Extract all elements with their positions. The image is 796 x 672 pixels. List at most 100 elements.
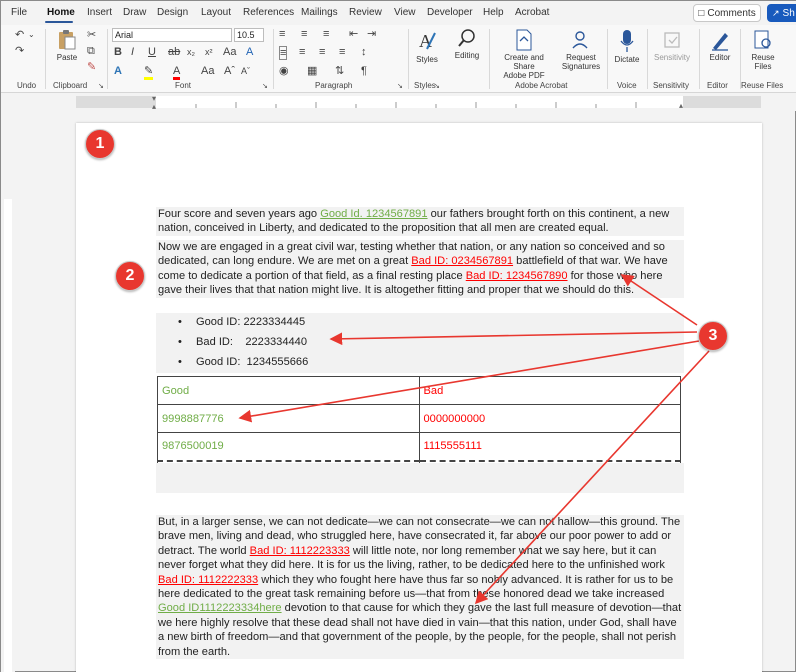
list-item: Good ID: 1234555666 [196, 356, 309, 368]
change-case-icon[interactable]: Aa [223, 46, 236, 58]
bold-icon[interactable]: B [114, 46, 122, 58]
underline-icon[interactable]: U [148, 46, 156, 58]
menu-developer[interactable]: Developer [427, 7, 473, 18]
bullets-icon[interactable]: ≡ [279, 28, 285, 40]
bullet-icon: • [178, 356, 182, 368]
sensitivity-button[interactable]: Sensitivity [649, 29, 695, 62]
grow-font-icon[interactable]: Aˆ [224, 65, 235, 77]
ribbon: ↶ ⌄ ↷ Undo Paste ✂ ⧉ ✎ Clipboard ↘ Arial… [1, 25, 796, 93]
reuse-label-1: Reuse [751, 53, 775, 62]
paragraph-group-label: Paragraph [315, 81, 353, 90]
borders-icon[interactable]: ▦ [307, 65, 317, 77]
align-left-icon[interactable]: ≡ [279, 46, 288, 60]
align-center-icon[interactable]: ≡ [299, 46, 305, 58]
styles-icon: A [419, 31, 436, 51]
bullet-list[interactable]: • Good ID: 2223334445 • Bad ID: 22233344… [156, 313, 684, 373]
align-right-icon[interactable]: ≡ [319, 46, 325, 58]
group-divider [699, 29, 700, 89]
menu-view[interactable]: View [394, 7, 416, 18]
editor-button[interactable]: Editor [703, 29, 737, 62]
dialog-launcher-icon[interactable]: ↘ [397, 81, 403, 93]
strikethrough-icon[interactable]: ab [168, 46, 180, 58]
table-cell[interactable]: 9998887776 [157, 404, 420, 433]
reuse-group-label: Reuse Files [741, 81, 784, 90]
paragraph-3[interactable]: But, in a larger sense, we can not dedic… [156, 515, 684, 660]
shading-icon[interactable]: ◉ [279, 65, 289, 77]
dialog-launcher-icon[interactable]: ↘ [434, 81, 440, 93]
menu-file[interactable]: File [11, 7, 27, 18]
ruler-text-area [156, 96, 683, 108]
empty-paragraph[interactable] [156, 463, 684, 493]
editing-button[interactable]: Editing [450, 27, 484, 60]
menu-home[interactable]: Home [47, 7, 75, 18]
menu-layout[interactable]: Layout [201, 7, 231, 18]
dialog-launcher-icon[interactable]: ↘ [98, 81, 104, 93]
italic-icon[interactable]: I [131, 46, 134, 58]
paragraph-1[interactable]: Four score and seven years ago Good Id. … [156, 207, 684, 236]
pdf-icon [516, 29, 532, 51]
create-share-pdf-button[interactable]: Create and Share Adobe PDF [493, 29, 555, 80]
line-spacing-icon[interactable]: ↕ [361, 46, 367, 58]
format-painter-icon[interactable]: ✎ [87, 61, 96, 73]
good-id-link: Good ID1112223334here [158, 602, 282, 615]
chevron-down-icon[interactable]: ⌄ [28, 29, 35, 41]
request-signatures-button[interactable]: Request Signatures [559, 29, 603, 71]
table-header-bad[interactable]: Bad [418, 376, 681, 405]
undo-icon[interactable]: ↶ [15, 29, 24, 41]
ruler-margin-right [683, 96, 761, 108]
shrink-font-icon[interactable]: Aˇ [241, 65, 250, 77]
editor-group-label: Editor [707, 81, 728, 90]
menu-acrobat[interactable]: Acrobat [515, 7, 549, 18]
menu-references[interactable]: References [243, 7, 294, 18]
paste-label: Paste [56, 53, 78, 62]
cut-icon[interactable]: ✂ [87, 29, 96, 41]
clipboard-group-label: Clipboard [53, 81, 88, 90]
bad-id-link: Bad ID: 1112222333 [158, 573, 259, 586]
styles-button[interactable]: A Styles [412, 29, 442, 64]
text-effects-icon[interactable]: A [114, 65, 122, 77]
comments-button[interactable]: □ Comments [693, 4, 761, 22]
table-cell[interactable]: 9876500019 [157, 432, 420, 462]
group-divider [740, 29, 741, 89]
copy-icon[interactable]: ⧉ [87, 45, 95, 57]
hanging-indent-icon[interactable]: ▴ [152, 102, 156, 111]
font-color-icon[interactable]: A [173, 65, 181, 80]
font-size-combo[interactable]: 10.5 [234, 28, 264, 42]
share-button[interactable]: ↗ Sh [767, 4, 796, 22]
dictate-button[interactable]: Dictate [611, 29, 643, 64]
justify-icon[interactable]: ≡ [339, 46, 345, 58]
table-cell[interactable]: 1115555111 [418, 432, 681, 462]
font-name-combo[interactable]: Arial [112, 28, 232, 42]
dialog-launcher-icon[interactable]: ↘ [262, 81, 268, 93]
menu-bar: File Home Insert Draw Design Layout Refe… [1, 1, 796, 25]
multilevel-list-icon[interactable]: ≡ [323, 28, 329, 40]
request-sig-label-2: Signatures [561, 62, 601, 71]
table-header-good[interactable]: Good [157, 376, 420, 405]
vertical-ruler[interactable] [1, 111, 15, 672]
menu-mailings[interactable]: Mailings [301, 7, 338, 18]
show-marks-icon[interactable]: ¶ [361, 65, 367, 77]
redo-icon[interactable]: ↷ [15, 45, 24, 57]
numbering-icon[interactable]: ≡ [301, 28, 307, 40]
right-indent-icon[interactable]: ▴ [679, 101, 683, 110]
horizontal-ruler[interactable]: ▾ ▴ ▴ [1, 93, 796, 111]
reuse-files-button[interactable]: Reuse Files [743, 29, 783, 71]
decrease-indent-icon[interactable]: ⇤ [349, 28, 358, 40]
menu-draw[interactable]: Draw [123, 7, 146, 18]
document-page[interactable]: Four score and seven years ago Good Id. … [76, 123, 762, 672]
highlight-icon[interactable]: ✎ [144, 65, 154, 80]
font-size-toggle-icon[interactable]: Aa [201, 65, 214, 77]
subscript-icon[interactable]: x₂ [187, 46, 195, 58]
share-label: Sh [782, 7, 795, 19]
menu-insert[interactable]: Insert [87, 7, 112, 18]
paragraph-2[interactable]: Now we are engaged in a great civil war,… [156, 240, 684, 298]
menu-help[interactable]: Help [483, 7, 504, 18]
increase-indent-icon[interactable]: ⇥ [367, 28, 376, 40]
clear-formatting-icon[interactable]: A [246, 46, 253, 58]
paste-button[interactable]: Paste [53, 29, 81, 62]
sort-icon[interactable]: ⇅ [335, 65, 344, 77]
table-cell[interactable]: 0000000000 [418, 404, 681, 433]
menu-design[interactable]: Design [157, 7, 188, 18]
menu-review[interactable]: Review [349, 7, 382, 18]
superscript-icon[interactable]: x² [205, 46, 213, 58]
